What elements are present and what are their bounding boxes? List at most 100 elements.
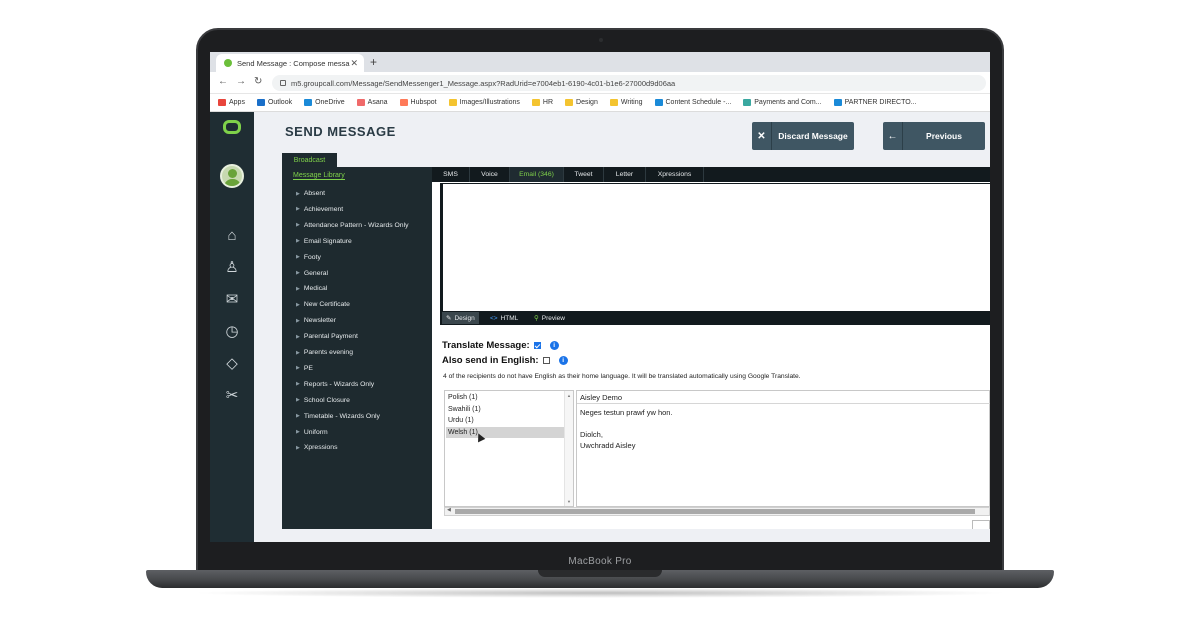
channel-tab[interactable]: SMS	[432, 167, 470, 182]
expand-icon[interactable]: ▶	[296, 254, 300, 260]
expand-icon[interactable]: ▶	[296, 381, 300, 387]
bookmark-item[interactable]: Content Schedule -...	[654, 99, 731, 106]
browser-tab[interactable]: Send Message : Compose messa ✕	[216, 54, 364, 72]
expand-icon[interactable]: ▶	[296, 302, 300, 308]
library-item[interactable]: ▶ Medical	[296, 285, 327, 292]
channel-tab[interactable]: Email (346)	[510, 167, 564, 182]
library-item[interactable]: ▶ Attendance Pattern - Wizards Only	[296, 222, 409, 229]
library-item[interactable]: ▶ Parental Payment	[296, 333, 358, 340]
user-icon[interactable]: ♙	[222, 258, 242, 278]
bookmark-item[interactable]: Writing	[609, 99, 643, 106]
expand-icon[interactable]: ▶	[296, 365, 300, 371]
magnifier-icon: ⚲	[534, 315, 539, 322]
horizontal-scrollbar[interactable]: ◀	[444, 507, 990, 516]
bookmark-item[interactable]: Outlook	[256, 99, 293, 106]
bookmark-item[interactable]: HR	[531, 99, 553, 106]
library-item[interactable]: ▶ Achievement	[296, 206, 343, 213]
expand-icon[interactable]: ▶	[296, 191, 300, 197]
library-item-label: Medical	[303, 285, 328, 293]
library-item[interactable]: ▶ Email Signature	[296, 238, 352, 245]
library-item[interactable]: ▶ Parents evening	[296, 349, 353, 356]
library-item[interactable]: ▶ Absent	[296, 190, 325, 197]
mode-html-button[interactable]: <> HTML	[486, 312, 522, 324]
expand-icon[interactable]: ▶	[296, 445, 300, 451]
bookmark-item[interactable]: Apps	[218, 99, 245, 106]
send-icon[interactable]: ✉	[222, 290, 242, 310]
bookmark-item[interactable]: Design	[565, 99, 598, 106]
forward-icon[interactable]: →	[236, 76, 246, 87]
language-list-scrollbar[interactable]: ▲ ▼	[564, 391, 573, 506]
tools-icon[interactable]: ✂	[222, 386, 242, 406]
expand-icon[interactable]: ▶	[296, 397, 300, 403]
expand-icon[interactable]: ▶	[296, 413, 300, 419]
library-item[interactable]: ▶ General	[296, 270, 328, 277]
new-tab-icon[interactable]: +	[370, 55, 377, 69]
language-option[interactable]: Urdu (1)	[446, 415, 564, 426]
bookmark-label: Payments and Com...	[754, 99, 822, 106]
address-bar[interactable]: m5.groupcall.com/Message/SendMessenger1_…	[272, 75, 986, 91]
tag-icon[interactable]: ◇	[222, 354, 242, 374]
library-item-label: New Certificate	[303, 301, 350, 309]
bookmark-item[interactable]: Hubspot	[399, 99, 437, 106]
mode-preview-button[interactable]: ⚲ Preview	[530, 312, 569, 324]
also-english-checkbox[interactable]	[542, 357, 550, 364]
bookmark-item[interactable]: Images/Illustrations	[448, 99, 520, 106]
bookmark-item[interactable]: PARTNER DIRECTO...	[833, 99, 917, 106]
language-list[interactable]: Welsh (1) Urdu (1) Swahili (1) Polish (1) ▲…	[444, 390, 574, 507]
camera-icon	[599, 38, 603, 42]
back-icon[interactable]: ←	[218, 76, 228, 87]
library-item-label: PE	[303, 364, 313, 372]
expand-icon[interactable]: ▶	[296, 270, 300, 276]
scroll-up-icon[interactable]: ▲	[567, 393, 571, 398]
tab-broadcast[interactable]: Broadcast	[282, 153, 337, 167]
expand-icon[interactable]: ▶	[296, 318, 300, 324]
library-item[interactable]: ▶ Uniform	[296, 429, 328, 436]
info-icon[interactable]: i	[549, 341, 559, 350]
close-tab-icon[interactable]: ✕	[350, 58, 358, 69]
library-item[interactable]: ▶ Footy	[296, 254, 321, 261]
message-library-heading[interactable]: Message Library	[293, 172, 345, 180]
library-item[interactable]: ▶ Reports - Wizards Only	[296, 381, 374, 388]
language-option[interactable]: Polish (1)	[446, 392, 564, 403]
library-item[interactable]: ▶ PE	[296, 365, 313, 372]
bookmark-item[interactable]: Asana	[356, 99, 388, 106]
info-icon[interactable]: i	[558, 356, 568, 365]
library-item[interactable]: ▶ New Certificate	[296, 301, 350, 308]
library-item[interactable]: ▶ Newsletter	[296, 317, 336, 324]
home-icon[interactable]: ⌂	[222, 226, 242, 246]
discard-message-button[interactable]: ✕ Discard Message	[752, 122, 854, 150]
previous-button[interactable]: ← Previous	[883, 122, 985, 150]
expand-icon[interactable]: ▶	[296, 222, 300, 228]
expand-icon[interactable]: ▶	[296, 429, 300, 435]
expand-icon[interactable]: ▶	[296, 206, 300, 212]
channel-tab[interactable]: Xpressions	[646, 167, 704, 182]
library-item[interactable]: ▶ Timetable - Wizards Only	[296, 413, 380, 420]
channel-tab[interactable]: Voice	[470, 167, 510, 182]
channel-tab[interactable]: Tweet	[564, 167, 604, 182]
email-editor[interactable]	[440, 183, 990, 311]
scrollbar-thumb[interactable]	[455, 509, 975, 514]
clock-icon[interactable]: ◷	[222, 322, 242, 342]
bookmark-item[interactable]: OneDrive	[304, 99, 345, 106]
library-item[interactable]: ▶ Xpressions	[296, 444, 337, 451]
bookmark-label: Outlook	[267, 99, 293, 106]
reload-icon[interactable]: ↻	[254, 76, 262, 87]
library-item[interactable]: ▶ School Closure	[296, 397, 350, 404]
avatar[interactable]	[220, 164, 244, 188]
groupcall-logo-icon[interactable]	[223, 120, 241, 134]
bookmark-item[interactable]: Payments and Com...	[743, 99, 822, 106]
translate-message-checkbox[interactable]	[533, 342, 541, 349]
mode-design-button[interactable]: ✎ Design	[442, 312, 479, 324]
scroll-down-icon[interactable]: ▼	[567, 499, 571, 504]
language-option[interactable]: Welsh (1)	[446, 426, 564, 438]
bookmark-icon	[218, 99, 226, 106]
expand-icon[interactable]: ▶	[296, 350, 300, 356]
language-option[interactable]: Swahili (1)	[446, 404, 564, 415]
scroll-left-icon[interactable]: ◀	[447, 507, 451, 513]
bookmark-label: OneDrive	[315, 99, 345, 106]
expand-icon[interactable]: ▶	[296, 286, 300, 292]
expand-icon[interactable]: ▶	[296, 334, 300, 340]
expand-icon[interactable]: ▶	[296, 238, 300, 244]
channel-tab[interactable]: Letter	[604, 167, 646, 182]
corner-control[interactable]	[972, 520, 990, 529]
